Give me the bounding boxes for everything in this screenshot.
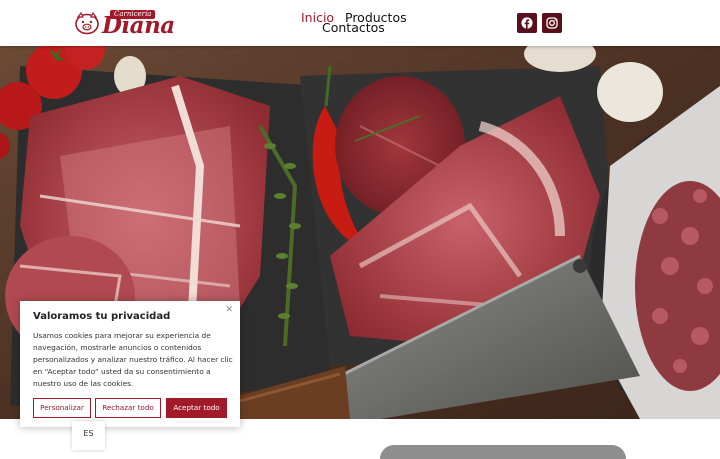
cookie-title: Valoramos tu privacidad bbox=[33, 311, 171, 322]
language-switcher[interactable]: ES bbox=[72, 421, 105, 450]
nav-link-contactos[interactable]: Contactos bbox=[322, 21, 385, 34]
cookie-description: Usamos cookies para mejorar su experienc… bbox=[33, 331, 233, 388]
cookie-consent-banner: ✕ Valoramos tu privacidad Usamos cookies… bbox=[20, 301, 240, 427]
brand-tagline: Carnicería bbox=[110, 10, 156, 19]
pig-icon bbox=[75, 11, 99, 35]
close-icon[interactable]: ✕ bbox=[225, 305, 233, 315]
customize-button[interactable]: Personalizar bbox=[33, 398, 91, 418]
site-header: Diana Carnicería Inicio Productos Contac… bbox=[0, 0, 720, 46]
reject-all-button[interactable]: Rechazar todo bbox=[95, 398, 161, 418]
facebook-button[interactable] bbox=[517, 13, 537, 33]
facebook-icon bbox=[521, 17, 533, 29]
main-nav: Inicio Productos Contactos bbox=[300, 10, 410, 36]
accept-all-button[interactable]: Aceptar todo bbox=[166, 398, 227, 418]
section-image-top bbox=[380, 445, 626, 459]
site-logo[interactable]: Diana Carnicería bbox=[74, 8, 175, 39]
instagram-icon bbox=[546, 17, 558, 29]
instagram-button[interactable] bbox=[542, 13, 562, 33]
